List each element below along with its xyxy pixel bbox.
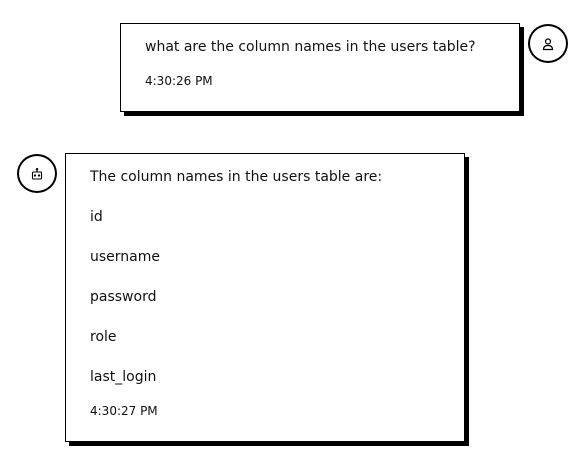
user-icon bbox=[542, 37, 554, 50]
bot-avatar bbox=[17, 154, 57, 193]
assistant-message-line: password bbox=[90, 289, 157, 305]
assistant-message-line: role bbox=[90, 329, 117, 345]
user-message-timestamp: 4:30:26 PM bbox=[145, 74, 213, 88]
assistant-message-line: id bbox=[90, 209, 103, 225]
user-message-text: what are the column names in the users t… bbox=[145, 39, 476, 55]
assistant-message-line: The column names in the users table are: bbox=[90, 169, 383, 185]
chat-thread: what are the column names in the users t… bbox=[0, 0, 584, 474]
assistant-message-timestamp: 4:30:27 PM bbox=[90, 404, 158, 418]
user-message: what are the column names in the users t… bbox=[120, 23, 520, 112]
assistant-message-line: username bbox=[90, 249, 160, 265]
assistant-message: The column names in the users table are:… bbox=[65, 153, 465, 442]
user-avatar bbox=[528, 24, 568, 63]
bot-icon bbox=[31, 167, 43, 180]
assistant-message-line: last_login bbox=[90, 369, 157, 385]
